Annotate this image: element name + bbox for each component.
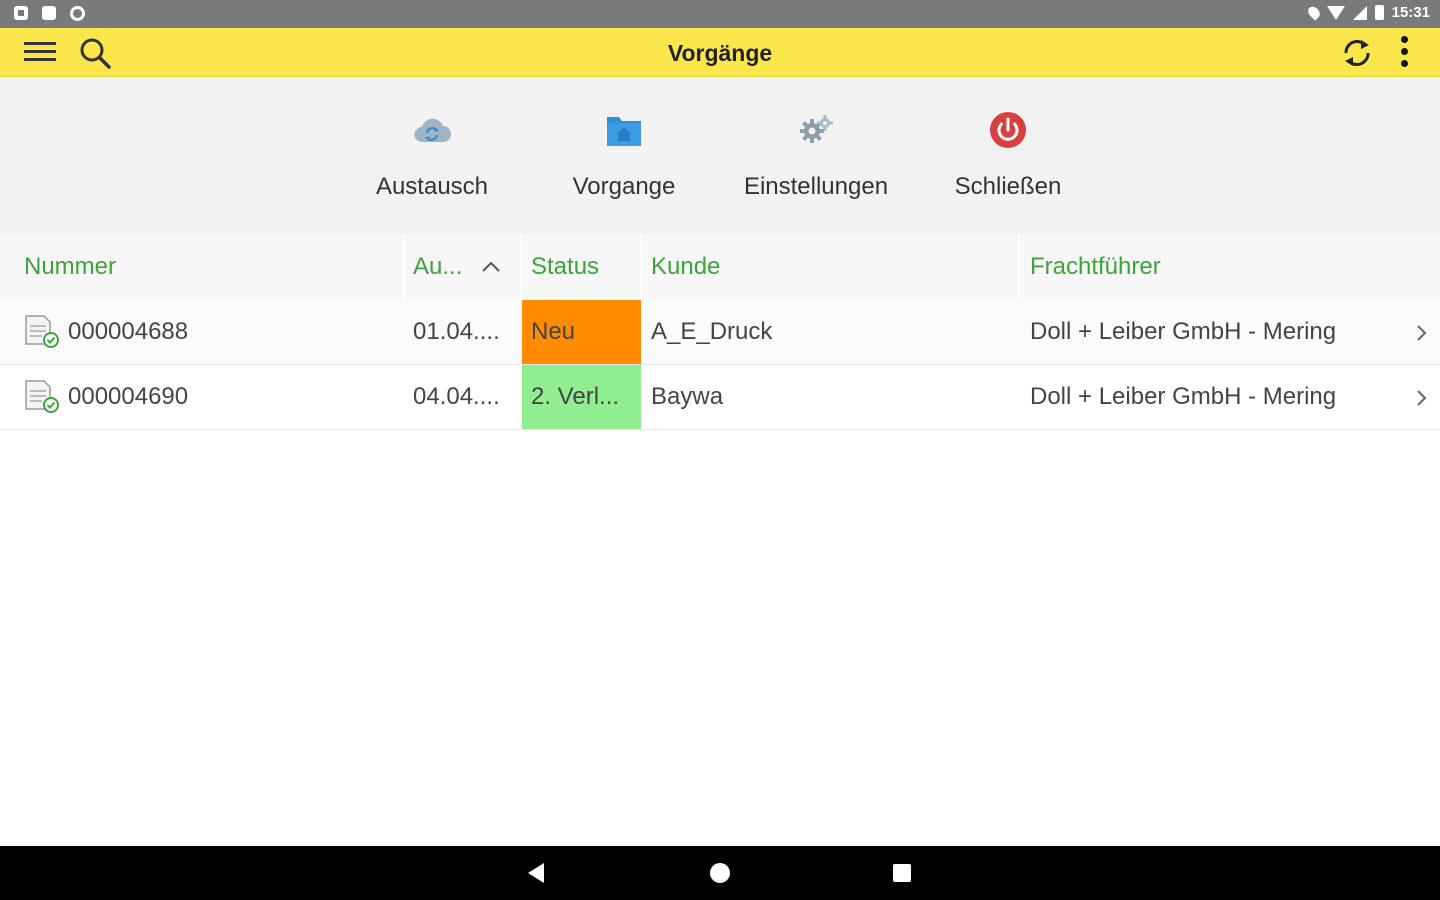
cell-status: Neu bbox=[531, 318, 576, 345]
cloud-sync-icon bbox=[414, 118, 451, 142]
cell-kunde: A_E_Druck bbox=[651, 318, 773, 345]
table-header: Nummer Au... Status Kunde Frachtführer bbox=[0, 234, 1440, 300]
sync-status-icon bbox=[70, 6, 85, 21]
cell-kunde: Baywa bbox=[651, 383, 724, 410]
schliessen-button[interactable]: Schließen bbox=[918, 107, 1098, 201]
cell-datum: 04.04.... bbox=[413, 383, 500, 410]
table-row[interactable]: 000004688 01.04.... Neu A_E_Druck Doll +… bbox=[0, 300, 1440, 365]
wifi-icon bbox=[1326, 5, 1345, 20]
recent-apps-icon[interactable] bbox=[893, 864, 911, 882]
document-check-icon bbox=[25, 380, 59, 413]
vorgaenge-table: Nummer Au... Status Kunde Frachtführer 0… bbox=[0, 234, 1440, 430]
column-divider bbox=[640, 234, 642, 300]
cell-status: 2. Verl... bbox=[531, 383, 620, 410]
column-header-kunde[interactable]: Kunde bbox=[651, 234, 720, 300]
vorgange-label: Vorgange bbox=[572, 173, 676, 200]
location-icon bbox=[1305, 4, 1322, 21]
status-bar: 15:31 bbox=[0, 0, 1440, 28]
vorgange-button[interactable]: Vorgange bbox=[534, 107, 714, 201]
sort-ascending-icon[interactable] bbox=[480, 256, 502, 278]
back-icon[interactable] bbox=[528, 863, 544, 883]
column-header-auftragsdatum[interactable]: Au... bbox=[413, 234, 462, 300]
action-toolbar: Austausch Vorgange Einstellungen Schließ… bbox=[0, 77, 1440, 234]
app-bar: Vorgänge bbox=[0, 28, 1440, 77]
column-header-status[interactable]: Status bbox=[531, 234, 599, 300]
einstellungen-button[interactable]: Einstellungen bbox=[726, 107, 906, 201]
page-title: Vorgänge bbox=[667, 40, 773, 66]
austausch-label: Austausch bbox=[375, 173, 489, 200]
cell-frachtfuehrer: Doll + Leiber GmbH - Mering bbox=[1030, 383, 1337, 410]
cell-nummer: 000004688 bbox=[68, 318, 189, 345]
table-row[interactable]: 000004690 04.04.... 2. Verl... Baywa Dol… bbox=[0, 365, 1440, 430]
cell-nummer: 000004690 bbox=[68, 383, 189, 410]
column-header-nummer[interactable]: Nummer bbox=[24, 234, 116, 300]
home-icon[interactable] bbox=[710, 863, 730, 883]
cell-datum: 01.04.... bbox=[413, 318, 500, 345]
more-vert-icon[interactable] bbox=[1394, 34, 1414, 70]
chevron-right-icon[interactable] bbox=[1412, 322, 1430, 344]
column-divider bbox=[1018, 234, 1020, 300]
cell-frachtfuehrer: Doll + Leiber GmbH - Mering bbox=[1030, 318, 1337, 345]
chevron-right-icon[interactable] bbox=[1412, 387, 1430, 409]
column-header-frachtfuehrer[interactable]: Frachtführer bbox=[1030, 234, 1161, 300]
sync-icon[interactable] bbox=[1340, 37, 1374, 69]
clock: 15:31 bbox=[1391, 4, 1430, 21]
battery-icon bbox=[1374, 5, 1384, 20]
schliessen-label: Schließen bbox=[954, 173, 1062, 200]
column-divider bbox=[403, 234, 405, 300]
system-icons: 15:31 bbox=[1305, 4, 1430, 21]
notification-icons bbox=[14, 6, 85, 21]
signal-icon bbox=[1352, 5, 1367, 20]
column-divider bbox=[520, 234, 522, 300]
folder-home-icon bbox=[607, 117, 641, 146]
gears-icon bbox=[800, 115, 833, 143]
power-icon bbox=[990, 112, 1026, 148]
navigation-bar bbox=[0, 846, 1440, 900]
sd-card-icon bbox=[42, 6, 56, 20]
einstellungen-label: Einstellungen bbox=[743, 173, 889, 200]
notification-icon bbox=[14, 6, 28, 20]
austausch-button[interactable]: Austausch bbox=[342, 107, 522, 201]
document-check-icon bbox=[25, 315, 59, 348]
